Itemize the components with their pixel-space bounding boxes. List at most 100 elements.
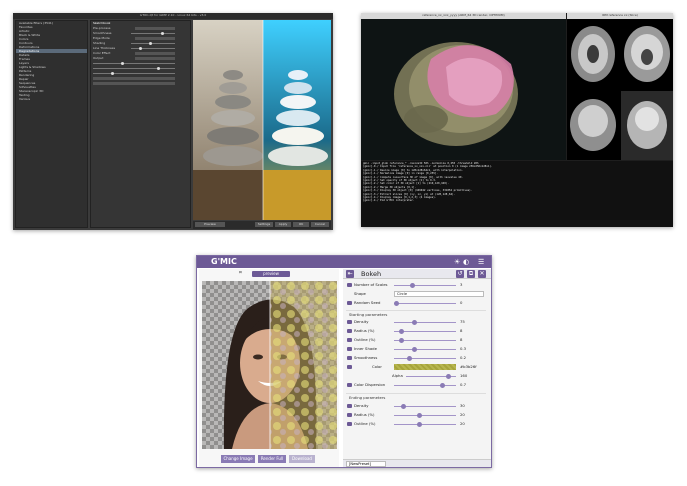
param-toggle[interactable] (347, 338, 352, 342)
param-color[interactable]: Color #b3b26f (346, 363, 486, 371)
param-toggle[interactable] (347, 413, 352, 417)
param-value: 8 (460, 328, 463, 333)
param-toggle[interactable] (347, 283, 352, 287)
param-value: 0.7 (460, 382, 467, 387)
slider-knob[interactable] (440, 383, 445, 388)
param-slider[interactable] (394, 303, 456, 304)
param-slider[interactable] (394, 349, 456, 350)
slider-knob[interactable] (121, 62, 124, 65)
param-outline-end[interactable]: Outline (%) 20 (346, 420, 486, 428)
shape-select[interactable]: Circle (394, 291, 484, 297)
param-color-dispersion[interactable]: Color Dispersion 0.7 (346, 381, 486, 389)
gmic-online-screenshot: G'MIC ☀ ◐ ☰ ⌗ preview Change Image Rende… (196, 255, 492, 468)
param-value: 30 (460, 403, 465, 408)
param-toggle[interactable] (347, 347, 352, 351)
download-button[interactable]: Download (289, 455, 315, 463)
param-toggle[interactable] (347, 320, 352, 324)
param-value: 0 (460, 300, 463, 305)
ok-button[interactable]: OK (293, 222, 309, 227)
param-slider[interactable] (131, 33, 175, 34)
slider-knob[interactable] (407, 356, 412, 361)
param-label: Outline (%) (354, 337, 376, 342)
slider-knob[interactable] (399, 338, 404, 343)
preview-image[interactable] (202, 281, 337, 449)
param-slider[interactable] (93, 73, 175, 74)
apply-button[interactable]: Apply (275, 222, 291, 227)
param-radius[interactable]: Radius (%) 8 (346, 327, 486, 335)
render-full-button[interactable]: Render Full (258, 455, 286, 463)
slider-knob[interactable] (417, 413, 422, 418)
back-icon[interactable]: ⇤ (346, 270, 354, 278)
filter-tree[interactable]: Available filters (3541) Favorites Artis… (15, 20, 88, 228)
slider-knob[interactable] (410, 283, 415, 288)
slider-knob[interactable] (394, 301, 399, 306)
change-image-button[interactable]: Change Image (221, 455, 255, 463)
param-dropdown[interactable] (135, 27, 175, 30)
slider-knob[interactable] (446, 374, 451, 379)
param-alpha[interactable]: Alpha 160 (346, 372, 486, 380)
param-outline[interactable]: Outline (%) 8 (346, 336, 486, 344)
param-toggle[interactable] (347, 329, 352, 333)
param-toggle[interactable] (347, 404, 352, 408)
param-toggle[interactable] (347, 422, 352, 426)
param-number-of-scales[interactable]: Number of Scales 3 (346, 281, 486, 289)
slider-knob[interactable] (111, 72, 114, 75)
slider-knob[interactable] (399, 329, 404, 334)
preview-toggle[interactable]: preview (252, 271, 290, 277)
param-slider[interactable] (93, 63, 175, 64)
filter-item[interactable]: Various (16, 97, 87, 101)
preset-select[interactable]: [NewPreset] (346, 461, 386, 467)
param-dropdown[interactable] (93, 77, 175, 80)
slider-knob[interactable] (412, 347, 417, 352)
slider-knob[interactable] (417, 422, 422, 427)
param-slider[interactable] (131, 43, 175, 44)
param-smoothness[interactable]: Smoothness 0.2 (346, 354, 486, 362)
param-dropdown[interactable] (135, 37, 175, 40)
preview-checkbox[interactable]: Preview (195, 222, 225, 227)
param-radius-end[interactable]: Radius (%) 20 (346, 411, 486, 419)
param-slider[interactable] (394, 285, 456, 286)
brain-3d-view[interactable] (361, 19, 566, 160)
param-dropdown[interactable] (135, 57, 175, 60)
param-shape[interactable]: Shape Circle (346, 290, 486, 298)
param-toggle[interactable] (347, 356, 352, 360)
param-label: Color Dispersion (354, 382, 386, 387)
param-dropdown[interactable] (93, 82, 175, 85)
slider-knob[interactable] (412, 320, 417, 325)
color-swatch[interactable] (394, 364, 456, 370)
param-density-end[interactable]: Density 30 (346, 402, 486, 410)
slider-knob[interactable] (139, 47, 142, 50)
param-dropdown[interactable] (135, 52, 175, 55)
crop-icon[interactable]: ⌗ (239, 270, 242, 276)
param-slider[interactable] (394, 424, 456, 425)
cancel-button[interactable]: Cancel (311, 222, 329, 227)
settings-button[interactable]: Settings (255, 222, 273, 227)
slider-knob[interactable] (149, 42, 152, 45)
param-toggle[interactable] (347, 301, 352, 305)
param-toggle[interactable] (347, 383, 352, 387)
copy-icon[interactable]: ⧉ (467, 270, 475, 278)
param-slider[interactable] (394, 385, 456, 386)
param-random-seed[interactable]: Random Seed 0 (346, 299, 486, 307)
param-slider[interactable] (93, 68, 175, 69)
param-inner-shade[interactable]: Inner Shade 0.3 (346, 345, 486, 353)
param-density[interactable]: Density 75 (346, 318, 486, 326)
param-slider[interactable] (394, 322, 456, 323)
reset-icon[interactable]: ↺ (456, 270, 464, 278)
param-label: Edge Mode (93, 36, 110, 40)
toggle-icon[interactable]: ◐ (463, 258, 469, 266)
slider-knob[interactable] (157, 67, 160, 70)
slider-knob[interactable] (401, 404, 406, 409)
terminal-output: gmic -input_glob reference_* -resize3d 5… (361, 161, 673, 227)
menu-icon[interactable]: ☰ (478, 258, 484, 266)
param-row[interactable] (91, 81, 190, 86)
delete-icon[interactable]: ✕ (478, 270, 486, 278)
sun-icon[interactable]: ☀ (454, 258, 460, 266)
param-slider[interactable] (131, 48, 175, 49)
preview-area[interactable] (193, 20, 331, 220)
param-toggle[interactable] (347, 365, 352, 369)
param-slider[interactable] (394, 415, 456, 416)
param-slider[interactable] (394, 358, 456, 359)
mri-slices-view[interactable] (567, 19, 673, 160)
slider-knob[interactable] (161, 32, 164, 35)
